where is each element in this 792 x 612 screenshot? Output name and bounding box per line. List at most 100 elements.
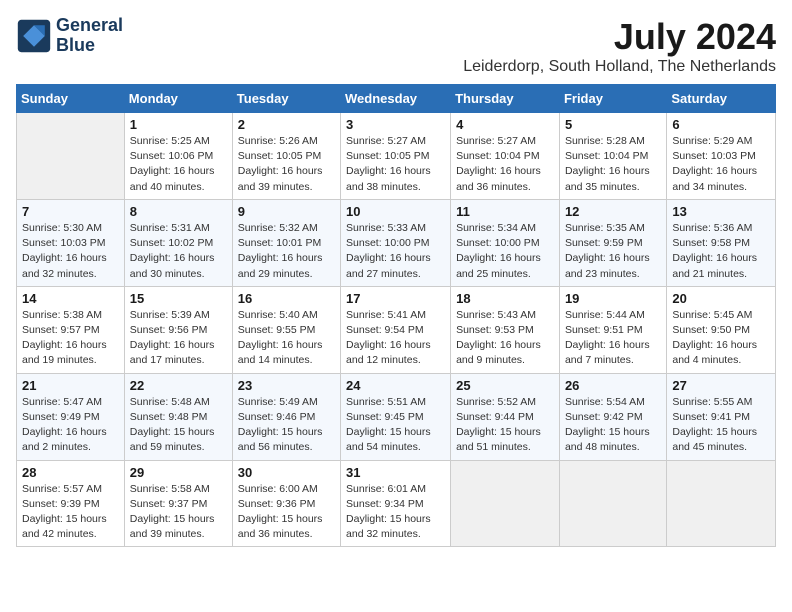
day-info: Sunrise: 5:32 AM Sunset: 10:01 PM Daylig… <box>238 221 335 282</box>
day-number: 22 <box>130 378 227 393</box>
day-number: 28 <box>22 465 119 480</box>
day-info: Sunrise: 5:39 AM Sunset: 9:56 PM Dayligh… <box>130 308 227 369</box>
day-number: 21 <box>22 378 119 393</box>
day-info: Sunrise: 5:58 AM Sunset: 9:37 PM Dayligh… <box>130 482 227 543</box>
calendar-cell <box>559 460 666 547</box>
weekday-header: Monday <box>124 85 232 113</box>
calendar-cell <box>451 460 560 547</box>
page-header: General Blue July 2024 Leiderdorp, South… <box>16 16 776 76</box>
calendar-week-row: 21Sunrise: 5:47 AM Sunset: 9:49 PM Dayli… <box>17 373 776 460</box>
calendar-cell: 10 Sunrise: 5:33 AM Sunset: 10:00 PM Dayl… <box>341 199 451 286</box>
calendar-cell: 2 Sunrise: 5:26 AM Sunset: 10:05 PM Dayli… <box>232 113 340 200</box>
calendar-cell: 19Sunrise: 5:44 AM Sunset: 9:51 PM Dayli… <box>559 286 666 373</box>
day-info: Sunrise: 5:25 AM Sunset: 10:06 PM Daylig… <box>130 134 227 195</box>
day-number: 2 <box>238 117 335 132</box>
calendar-week-row: 7 Sunrise: 5:30 AM Sunset: 10:03 PM Dayli… <box>17 199 776 286</box>
calendar-cell: 27 Sunrise: 5:55 AM Sunset: 9:41 PM Dayli… <box>667 373 776 460</box>
day-number: 1 <box>130 117 227 132</box>
day-number: 17 <box>346 291 445 306</box>
weekday-header: Sunday <box>17 85 125 113</box>
day-info: Sunrise: 5:33 AM Sunset: 10:00 PM Daylig… <box>346 221 445 282</box>
logo-line2: Blue <box>56 36 123 56</box>
calendar-cell: 20Sunrise: 5:45 AM Sunset: 9:50 PM Dayli… <box>667 286 776 373</box>
title-block: July 2024 Leiderdorp, South Holland, The… <box>463 16 776 76</box>
day-info: Sunrise: 5:28 AM Sunset: 10:04 PM Daylig… <box>565 134 661 195</box>
day-info: Sunrise: 5:43 AM Sunset: 9:53 PM Dayligh… <box>456 308 554 369</box>
day-number: 18 <box>456 291 554 306</box>
calendar-week-row: 1 Sunrise: 5:25 AM Sunset: 10:06 PM Dayli… <box>17 113 776 200</box>
day-number: 7 <box>22 204 119 219</box>
day-info: Sunrise: 6:01 AM Sunset: 9:34 PM Dayligh… <box>346 482 445 543</box>
day-number: 20 <box>672 291 770 306</box>
day-info: Sunrise: 5:52 AM Sunset: 9:44 PM Dayligh… <box>456 395 554 456</box>
day-number: 16 <box>238 291 335 306</box>
calendar-week-row: 28 Sunrise: 5:57 AM Sunset: 9:39 PM Dayli… <box>17 460 776 547</box>
day-info: Sunrise: 5:29 AM Sunset: 10:03 PM Daylig… <box>672 134 770 195</box>
day-info: Sunrise: 5:54 AM Sunset: 9:42 PM Dayligh… <box>565 395 661 456</box>
weekday-header: Tuesday <box>232 85 340 113</box>
day-info: Sunrise: 5:27 AM Sunset: 10:04 PM Daylig… <box>456 134 554 195</box>
calendar-cell: 23Sunrise: 5:49 AM Sunset: 9:46 PM Dayli… <box>232 373 340 460</box>
day-info: Sunrise: 5:55 AM Sunset: 9:41 PM Dayligh… <box>672 395 770 456</box>
day-number: 19 <box>565 291 661 306</box>
day-number: 10 <box>346 204 445 219</box>
day-number: 6 <box>672 117 770 132</box>
weekday-header: Saturday <box>667 85 776 113</box>
day-info: Sunrise: 5:40 AM Sunset: 9:55 PM Dayligh… <box>238 308 335 369</box>
day-info: Sunrise: 5:26 AM Sunset: 10:05 PM Daylig… <box>238 134 335 195</box>
calendar-cell: 29 Sunrise: 5:58 AM Sunset: 9:37 PM Dayli… <box>124 460 232 547</box>
calendar-cell: 11Sunrise: 5:34 AM Sunset: 10:00 PM Dayl… <box>451 199 560 286</box>
calendar-cell: 16 Sunrise: 5:40 AM Sunset: 9:55 PM Dayli… <box>232 286 340 373</box>
calendar-cell: 1 Sunrise: 5:25 AM Sunset: 10:06 PM Dayli… <box>124 113 232 200</box>
weekday-header: Thursday <box>451 85 560 113</box>
calendar-cell: 9 Sunrise: 5:32 AM Sunset: 10:01 PM Dayli… <box>232 199 340 286</box>
calendar-cell: 17 Sunrise: 5:41 AM Sunset: 9:54 PM Dayli… <box>341 286 451 373</box>
day-info: Sunrise: 5:41 AM Sunset: 9:54 PM Dayligh… <box>346 308 445 369</box>
calendar-cell: 30Sunrise: 6:00 AM Sunset: 9:36 PM Dayli… <box>232 460 340 547</box>
day-number: 11 <box>456 204 554 219</box>
day-number: 27 <box>672 378 770 393</box>
calendar-cell: 8 Sunrise: 5:31 AM Sunset: 10:02 PM Dayli… <box>124 199 232 286</box>
calendar-cell: 14Sunrise: 5:38 AM Sunset: 9:57 PM Dayli… <box>17 286 125 373</box>
day-info: Sunrise: 5:49 AM Sunset: 9:46 PM Dayligh… <box>238 395 335 456</box>
day-number: 9 <box>238 204 335 219</box>
day-info: Sunrise: 5:51 AM Sunset: 9:45 PM Dayligh… <box>346 395 445 456</box>
calendar-cell: 24 Sunrise: 5:51 AM Sunset: 9:45 PM Dayli… <box>341 373 451 460</box>
day-info: Sunrise: 5:31 AM Sunset: 10:02 PM Daylig… <box>130 221 227 282</box>
month-year: July 2024 <box>463 16 776 58</box>
logo-text: General Blue <box>56 16 123 56</box>
calendar-cell: 13Sunrise: 5:36 AM Sunset: 9:58 PM Dayli… <box>667 199 776 286</box>
calendar-table: SundayMondayTuesdayWednesdayThursdayFrid… <box>16 84 776 547</box>
day-number: 14 <box>22 291 119 306</box>
day-number: 26 <box>565 378 661 393</box>
day-info: Sunrise: 5:57 AM Sunset: 9:39 PM Dayligh… <box>22 482 119 543</box>
day-number: 24 <box>346 378 445 393</box>
day-info: Sunrise: 5:30 AM Sunset: 10:03 PM Daylig… <box>22 221 119 282</box>
calendar-week-row: 14Sunrise: 5:38 AM Sunset: 9:57 PM Dayli… <box>17 286 776 373</box>
calendar-cell: 6 Sunrise: 5:29 AM Sunset: 10:03 PM Dayli… <box>667 113 776 200</box>
calendar-cell: 21Sunrise: 5:47 AM Sunset: 9:49 PM Dayli… <box>17 373 125 460</box>
calendar-cell: 7 Sunrise: 5:30 AM Sunset: 10:03 PM Dayli… <box>17 199 125 286</box>
day-number: 8 <box>130 204 227 219</box>
day-number: 12 <box>565 204 661 219</box>
calendar-cell: 26 Sunrise: 5:54 AM Sunset: 9:42 PM Dayli… <box>559 373 666 460</box>
calendar-cell: 28 Sunrise: 5:57 AM Sunset: 9:39 PM Dayli… <box>17 460 125 547</box>
day-info: Sunrise: 5:35 AM Sunset: 9:59 PM Dayligh… <box>565 221 661 282</box>
day-number: 5 <box>565 117 661 132</box>
calendar-header-row: SundayMondayTuesdayWednesdayThursdayFrid… <box>17 85 776 113</box>
logo-line1: General <box>56 16 123 36</box>
logo-icon <box>16 18 52 54</box>
calendar-cell: 15Sunrise: 5:39 AM Sunset: 9:56 PM Dayli… <box>124 286 232 373</box>
calendar-cell: 31Sunrise: 6:01 AM Sunset: 9:34 PM Dayli… <box>341 460 451 547</box>
weekday-header: Wednesday <box>341 85 451 113</box>
day-number: 29 <box>130 465 227 480</box>
location: Leiderdorp, South Holland, The Netherlan… <box>463 58 776 76</box>
calendar-cell <box>667 460 776 547</box>
calendar-cell: 22Sunrise: 5:48 AM Sunset: 9:48 PM Dayli… <box>124 373 232 460</box>
calendar-cell: 5 Sunrise: 5:28 AM Sunset: 10:04 PM Dayli… <box>559 113 666 200</box>
day-info: Sunrise: 5:36 AM Sunset: 9:58 PM Dayligh… <box>672 221 770 282</box>
calendar-cell: 4Sunrise: 5:27 AM Sunset: 10:04 PM Dayli… <box>451 113 560 200</box>
calendar-cell: 12 Sunrise: 5:35 AM Sunset: 9:59 PM Dayli… <box>559 199 666 286</box>
day-number: 25 <box>456 378 554 393</box>
calendar-cell: 25 Sunrise: 5:52 AM Sunset: 9:44 PM Dayli… <box>451 373 560 460</box>
